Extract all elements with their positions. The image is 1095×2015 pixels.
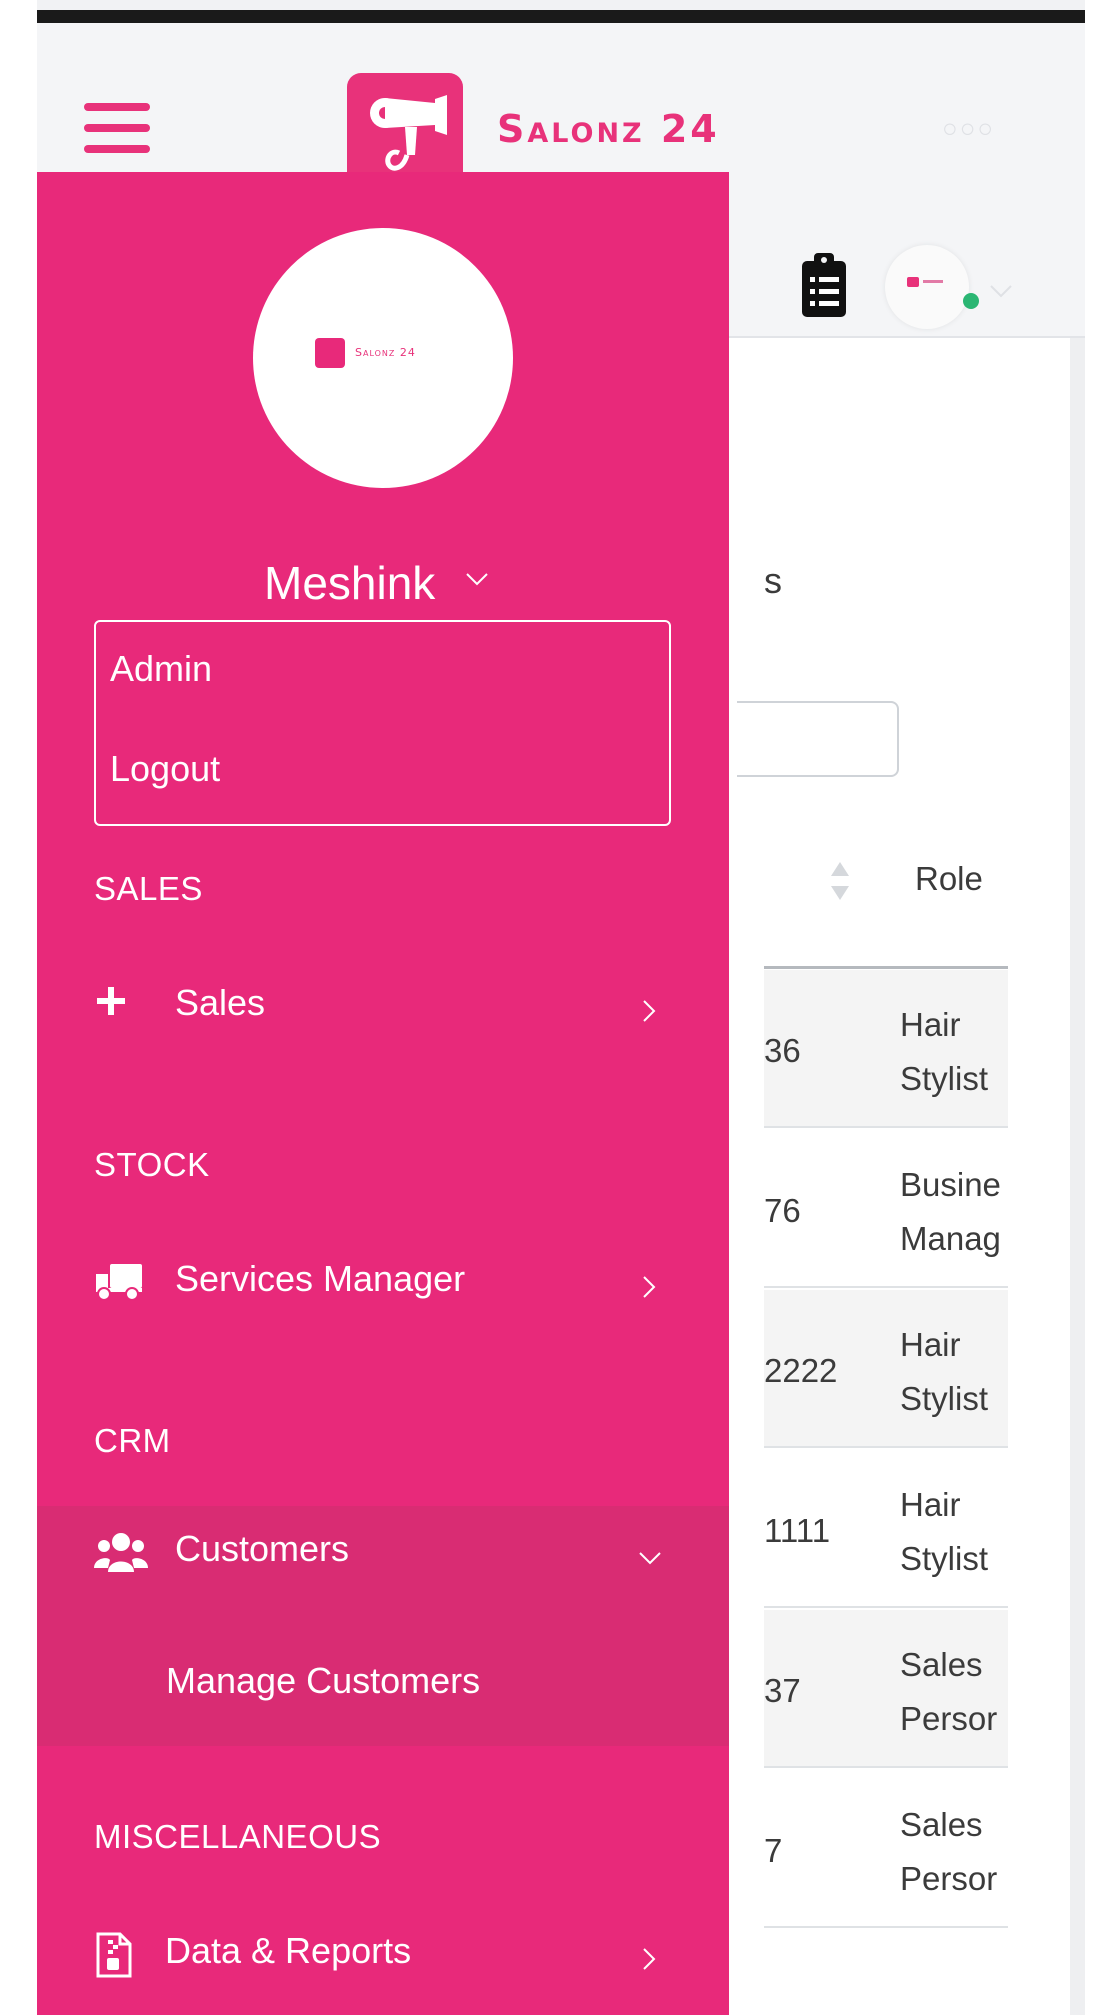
- sidebar-item-data-reports[interactable]: Data & Reports: [37, 1908, 729, 2008]
- role-column-header[interactable]: Role: [915, 860, 983, 898]
- chevron-right-icon: [643, 1276, 656, 1298]
- hair-dryer-icon: [315, 338, 345, 368]
- role-line: Stylist: [900, 1060, 989, 1097]
- chevron-right-icon: [643, 1948, 656, 1970]
- sidebar-item-label: Customers: [175, 1528, 350, 1569]
- sidebar-item-customers[interactable]: Customers Manage Customers: [37, 1506, 729, 1746]
- role-line: Hair: [900, 1486, 961, 1523]
- id-cell: 1111: [764, 1512, 831, 1549]
- role-cell: Hair Stylist: [900, 1318, 1008, 1426]
- user-name-toggle[interactable]: Meshink: [264, 556, 435, 610]
- role-line: Hair: [900, 1326, 961, 1363]
- users-icon: [94, 1533, 148, 1572]
- chevron-down-icon: [639, 1552, 661, 1565]
- online-status-dot: [963, 293, 979, 309]
- id-cell: 7: [764, 1832, 783, 1869]
- role-line: Persor: [900, 1700, 998, 1737]
- sidebar-subitem-manage-customers[interactable]: Manage Customers: [166, 1660, 480, 1702]
- sidebar-item-services-manager[interactable]: Services Manager: [37, 1236, 729, 1336]
- role-cell: Hair Stylist: [900, 1478, 1008, 1586]
- menu-item-logout[interactable]: Logout: [110, 748, 220, 790]
- sidebar-item-label: Sales: [175, 982, 266, 1023]
- nav-section-crm: CRM: [94, 1422, 171, 1459]
- table-row[interactable]: 2222 Hair Stylist: [764, 1290, 1008, 1448]
- clipboard-list-icon[interactable]: [800, 251, 848, 319]
- chevron-down-icon[interactable]: [465, 572, 489, 586]
- truck-icon: [96, 1264, 142, 1301]
- table-row[interactable]: 7 Sales Persor: [764, 1770, 1008, 1928]
- brand-name: Salonz 24: [497, 107, 720, 151]
- table-row[interactable]: 1111 Hair Stylist: [764, 1450, 1008, 1608]
- role-cell: Hair Stylist: [900, 998, 1008, 1106]
- role-line: Manag: [900, 1220, 1001, 1257]
- role-line: Hair: [900, 1006, 961, 1043]
- id-cell: 2222: [764, 1352, 838, 1389]
- sidebar-drawer: Salonz 24 Meshink Admin Logout SALES Sal…: [37, 172, 729, 2015]
- role-cell: Busine Manag: [900, 1158, 1008, 1266]
- user-avatar[interactable]: [885, 245, 969, 329]
- id-cell: 37: [764, 1672, 801, 1709]
- role-line: Persor: [900, 1860, 998, 1897]
- role-line: Sales: [900, 1646, 983, 1683]
- status-bar: [37, 10, 1085, 23]
- id-cell: 36: [764, 1032, 801, 1069]
- profile-brand: Salonz 24: [355, 346, 416, 359]
- role-line: Stylist: [900, 1540, 989, 1577]
- id-cell: 76: [764, 1192, 801, 1229]
- profile-avatar: Salonz 24: [253, 228, 513, 488]
- page-gutter: [1070, 338, 1085, 2015]
- sidebar-item-sales[interactable]: Sales: [37, 960, 729, 1060]
- brand-logo: [347, 73, 463, 187]
- role-cell: Sales Persor: [900, 1638, 1008, 1746]
- table-header-divider: [764, 966, 1008, 969]
- table-row[interactable]: 76 Busine Manag: [764, 1130, 1008, 1288]
- sidebar-item-label: Services Manager: [175, 1258, 466, 1299]
- hair-dryer-icon: [370, 95, 447, 171]
- file-archive-icon: [96, 1932, 132, 1978]
- more-options-icon[interactable]: ○○○: [942, 113, 995, 144]
- role-cell: Sales Persor: [900, 1798, 1008, 1906]
- hamburger-menu-button[interactable]: [84, 103, 150, 153]
- chevron-down-icon[interactable]: [987, 281, 1015, 301]
- sidebar-item-label: Data & Reports: [165, 1930, 412, 1971]
- role-line: Sales: [900, 1806, 983, 1843]
- nav-section-sales: SALES: [94, 870, 203, 907]
- role-line: Busine: [900, 1166, 1001, 1203]
- plus-icon: [97, 987, 125, 1015]
- chevron-right-icon: [643, 1000, 656, 1022]
- nav-section-misc: MISCELLANEOUS: [94, 1818, 382, 1855]
- table-row[interactable]: 36 Hair Stylist: [764, 970, 1008, 1128]
- sort-icon[interactable]: [829, 858, 851, 904]
- nav-section-stock: STOCK: [94, 1146, 210, 1183]
- table-row[interactable]: 37 Sales Persor: [764, 1610, 1008, 1768]
- user-dropdown-menu: Admin Logout: [94, 620, 671, 826]
- menu-item-admin[interactable]: Admin: [110, 648, 212, 690]
- search-input[interactable]: [737, 701, 899, 777]
- role-line: Stylist: [900, 1380, 989, 1417]
- section-title-fragment: s: [764, 560, 782, 601]
